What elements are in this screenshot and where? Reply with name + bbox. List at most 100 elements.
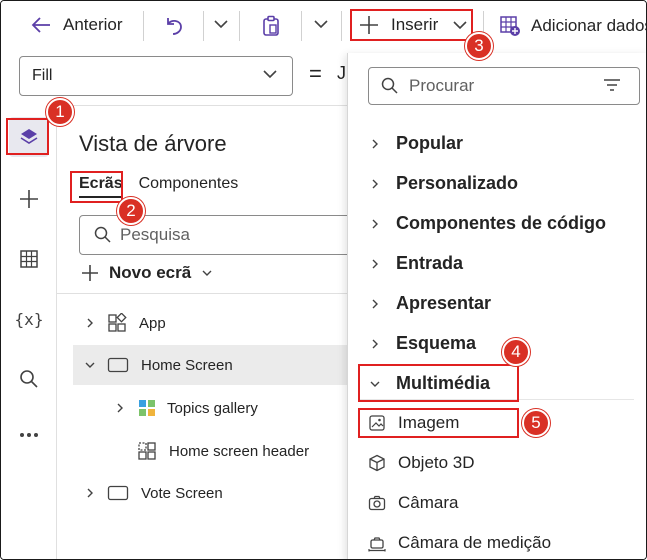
filter-icon[interactable] xyxy=(603,78,621,92)
chevron-right-icon xyxy=(368,298,382,310)
plus-icon xyxy=(19,189,39,209)
new-screen-button[interactable]: Novo ecrã xyxy=(81,263,213,283)
component-icon xyxy=(137,441,157,461)
formula-input[interactable]: J xyxy=(337,63,346,84)
callout-badge: 3 xyxy=(465,32,493,60)
item-label: Câmara xyxy=(398,493,459,512)
chevron-right-icon xyxy=(368,258,382,270)
tree-node-label: Vote Screen xyxy=(141,484,223,502)
callout-box-media xyxy=(358,364,519,402)
category-input[interactable]: Entrada xyxy=(368,253,463,274)
add-data-label: Adicionar dados xyxy=(531,16,647,35)
chevron-right-icon xyxy=(79,317,101,329)
camera-icon xyxy=(368,494,386,512)
category-label: Componentes de código xyxy=(396,213,607,233)
tree-node-label: App xyxy=(139,314,166,332)
chevron-right-icon xyxy=(368,338,382,350)
category-layout[interactable]: Esquema xyxy=(368,333,476,354)
category-display[interactable]: Apresentar xyxy=(368,293,491,314)
toolbar-divider xyxy=(203,11,204,41)
item-label: Objeto 3D xyxy=(398,453,475,472)
measuring-camera-icon xyxy=(368,534,386,552)
tree-node-label: Home Screen xyxy=(141,356,233,374)
chevron-down-icon xyxy=(213,19,229,29)
search-rail-button[interactable] xyxy=(9,359,49,399)
paste-dropdown-button[interactable] xyxy=(313,19,329,29)
tree-view-title: Vista de árvore xyxy=(79,131,227,156)
toolbar-divider xyxy=(301,11,302,41)
equals-sign: = xyxy=(309,61,322,86)
variables-rail-button[interactable]: {x} xyxy=(9,299,49,339)
tree-search-placeholder: Pesquisa xyxy=(120,225,190,244)
tab-components[interactable]: Componentes xyxy=(139,175,239,193)
undo-button[interactable] xyxy=(163,15,185,37)
tree-node-home-screen-header[interactable]: Home screen header xyxy=(131,439,309,463)
back-button[interactable]: Anterior xyxy=(31,15,123,35)
more-rail-button[interactable] xyxy=(9,415,49,455)
insert-rail-button[interactable] xyxy=(9,179,49,219)
category-label: Popular xyxy=(396,133,464,153)
plus-icon xyxy=(81,264,99,282)
callout-box-screens-tab xyxy=(70,171,123,203)
chevron-down-icon xyxy=(201,269,213,277)
property-value: Fill xyxy=(32,67,53,84)
insert-search-input[interactable]: Procurar xyxy=(368,67,640,105)
property-dropdown[interactable]: Fill xyxy=(19,56,293,96)
table-add-icon xyxy=(499,15,521,37)
item-label: Câmara de medição xyxy=(398,533,552,552)
undo-icon xyxy=(163,15,185,37)
callout-box-tree-view xyxy=(6,118,49,155)
add-data-button[interactable]: Adicionar dados xyxy=(499,15,647,37)
data-rail-button[interactable] xyxy=(9,239,49,279)
toolbar-divider xyxy=(143,11,144,41)
app-icon xyxy=(107,313,127,333)
insert-flyout: Procurar Popular Personalizado Component… xyxy=(347,53,646,559)
new-screen-label: Novo ecrã xyxy=(109,263,192,282)
callout-badge: 2 xyxy=(117,197,145,225)
arrow-left-icon xyxy=(31,16,51,34)
app-window: Anterior Inserir Adicionar dados Fill = … xyxy=(0,0,647,560)
tree-node-app[interactable]: App xyxy=(79,311,166,335)
variables-icon: {x} xyxy=(14,309,44,329)
category-label: Esquema xyxy=(396,333,477,353)
search-icon xyxy=(94,226,112,244)
undo-dropdown-button[interactable] xyxy=(213,19,229,29)
table-icon xyxy=(19,249,39,269)
paste-button[interactable] xyxy=(261,15,281,37)
screen-icon xyxy=(107,357,129,373)
insert-search-placeholder: Procurar xyxy=(409,76,475,95)
chevron-right-icon xyxy=(368,138,382,150)
tree-node-label: Topics gallery xyxy=(167,399,258,417)
callout-badge: 4 xyxy=(502,338,530,366)
command-bar: Anterior Inserir Adicionar dados xyxy=(1,1,647,53)
chevron-right-icon xyxy=(368,178,382,190)
callout-badge: 5 xyxy=(522,409,550,437)
chevron-right-icon xyxy=(109,402,131,414)
tree-node-home-screen[interactable]: Home Screen xyxy=(73,345,347,385)
screen-icon xyxy=(107,485,129,501)
tree-node-label: Home screen header xyxy=(169,442,310,460)
insert-camera-item[interactable]: Câmara xyxy=(368,493,458,513)
chevron-down-icon xyxy=(79,361,101,369)
category-popular[interactable]: Popular xyxy=(368,133,463,154)
left-rail: {x} xyxy=(1,105,57,559)
search-icon xyxy=(19,369,39,389)
chevron-down-icon xyxy=(262,69,278,79)
insert-measuring-camera-item[interactable]: Câmara de medição xyxy=(368,533,551,553)
insert-3d-object-item[interactable]: Objeto 3D xyxy=(368,453,475,473)
divider xyxy=(57,293,347,294)
category-label: Personalizado xyxy=(396,173,519,193)
category-label: Apresentar xyxy=(396,293,492,313)
chevron-right-icon xyxy=(79,487,101,499)
gallery-icon xyxy=(137,398,157,418)
toolbar-divider xyxy=(341,11,342,41)
tree-node-vote-screen[interactable]: Vote Screen xyxy=(79,481,223,505)
cube-icon xyxy=(368,454,386,472)
category-code-components[interactable]: Componentes de código xyxy=(368,213,606,234)
category-custom[interactable]: Personalizado xyxy=(368,173,518,194)
more-horizontal-icon xyxy=(19,432,39,438)
category-label: Entrada xyxy=(396,253,464,273)
back-label: Anterior xyxy=(63,15,123,34)
tree-node-topics-gallery[interactable]: Topics gallery xyxy=(109,396,258,420)
toolbar-divider xyxy=(239,11,240,41)
